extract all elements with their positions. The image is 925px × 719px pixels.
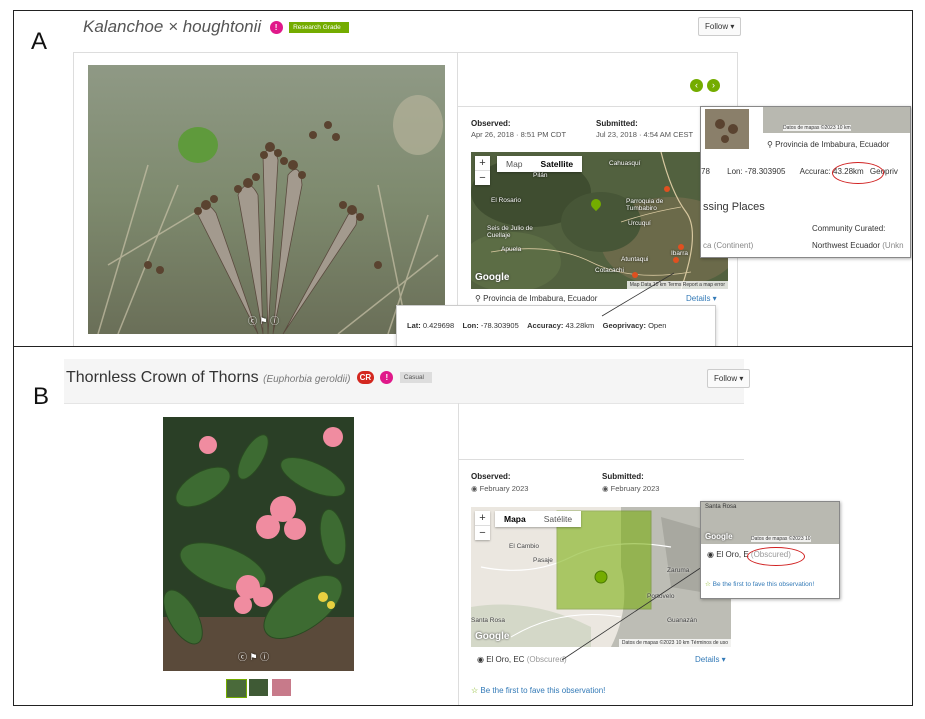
zoomed-inset-b: Santa Rosa Google Datos de mapas ©2023 1… — [700, 501, 840, 599]
inset-fave-link: Be the first to fave this observation! — [712, 581, 815, 588]
inset-place-row: ⚲ Provincia de Imbabura, Ecuador — [767, 140, 889, 149]
inset-map-attribution: Datos de mapas ©2023 10 — [751, 536, 811, 542]
inset-lon: Lon: -78.303905 — [727, 167, 786, 176]
inset-region-row: Northwest Ecuador (Unkn — [812, 241, 904, 250]
inset-map-strip: Datos de mapas ©2023 10 km — [763, 107, 910, 133]
inset-unknown: (Unkn — [882, 241, 904, 250]
inset-places-heading: ssing Places — [703, 201, 765, 213]
inset-map-attribution: Datos de mapas ©2023 10 km — [783, 125, 851, 131]
inset-place-name: El Oro, E — [716, 550, 749, 559]
inset-place-name: Provincia de Imbabura, Ecuador — [775, 140, 890, 149]
inset-region: Northwest Ecuador — [812, 241, 881, 250]
inset-map-strip: Santa Rosa Google Datos de mapas ©2023 1… — [701, 502, 839, 544]
inset-photo-thumb — [705, 109, 749, 149]
inset-continent: ca (Continent) — [703, 241, 754, 250]
accuracy-highlight-ellipse — [832, 162, 884, 184]
zoomed-inset-a: Datos de mapas ©2023 10 km ⚲ Provincia d… — [700, 106, 911, 258]
inset-google-logo: Google — [705, 532, 733, 541]
inset-community-label: Community Curated: — [812, 224, 886, 233]
inset-fave-row: ☆ Be the first to fave this observation! — [705, 580, 814, 588]
panel-b: B Thornless Crown of Thorns (Euphorbia g… — [13, 346, 913, 706]
obscured-highlight-ellipse — [747, 547, 805, 566]
panel-a: A Kalanchoe × houghtonii ! Research Grad… — [13, 10, 913, 347]
star-icon: ☆ — [705, 581, 711, 588]
inset-lat-fragment: 78 — [701, 167, 710, 176]
inset-map-label: Santa Rosa — [705, 504, 737, 510]
map-pin-icon: ⚲ — [767, 140, 773, 149]
eye-icon: ◉ — [707, 550, 714, 559]
